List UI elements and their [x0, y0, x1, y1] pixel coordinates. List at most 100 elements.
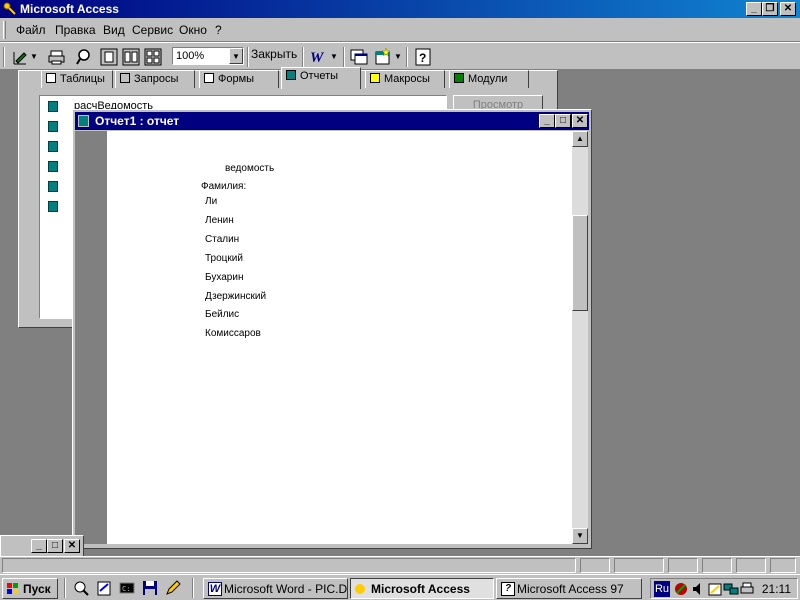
menu-window[interactable]: Окно	[179, 23, 207, 37]
status-panel	[668, 558, 698, 573]
toolbar-separator	[302, 47, 304, 67]
status-panel	[736, 558, 766, 573]
svg-text:W: W	[310, 50, 325, 66]
report-page[interactable]: ведомость Фамилия: Ли Ленин Сталин Троцк…	[107, 131, 573, 544]
one-page-button[interactable]	[98, 46, 120, 68]
tab-modules[interactable]: Модули	[449, 70, 529, 88]
key-icon	[355, 584, 365, 594]
list-item: Бейлис	[205, 309, 240, 320]
help-icon: ?	[501, 582, 515, 596]
zoom-select[interactable]: 100% ▼	[172, 47, 244, 65]
close-button[interactable]: ✕	[780, 2, 796, 16]
toolbar-separator	[247, 47, 249, 67]
minimized-window[interactable]: _ □ ✕	[0, 535, 84, 557]
office-links-button[interactable]: W	[308, 46, 330, 68]
scroll-thumb[interactable]	[572, 215, 588, 311]
report-title-bar[interactable]: Отчет1 : отчет _ □ ✕	[75, 112, 589, 130]
minimize-button[interactable]: _	[746, 2, 762, 16]
network-icon[interactable]	[723, 581, 739, 597]
form-icon	[204, 73, 214, 83]
report-close-button[interactable]: ✕	[572, 114, 588, 128]
report-icon	[286, 70, 296, 80]
menu-edit[interactable]: Правка	[55, 23, 96, 37]
new-object-button[interactable]	[372, 46, 394, 68]
menu-help[interactable]: ?	[215, 23, 222, 37]
office-links-dropdown[interactable]: ▼	[330, 46, 340, 68]
tab-reports[interactable]: Отчеты	[281, 67, 361, 89]
report-minimize-button[interactable]: _	[539, 114, 555, 128]
report-icon[interactable]	[48, 201, 58, 212]
scroll-down-button[interactable]: ▼	[572, 528, 588, 544]
save-icon[interactable]	[141, 579, 159, 597]
minimized-restore-button[interactable]: _	[31, 539, 47, 553]
task-access-97[interactable]: ? Microsoft Access 97	[496, 578, 642, 599]
new-object-icon	[375, 47, 391, 65]
menu-tools[interactable]: Сервис	[132, 23, 173, 37]
svg-text:?: ?	[419, 51, 426, 65]
close-preview-button[interactable]: Закрыть	[251, 47, 297, 61]
list-item: Дзержинский	[205, 291, 267, 302]
tab-queries[interactable]: Запросы	[115, 70, 195, 88]
explorer-icon[interactable]	[72, 579, 90, 597]
chevron-down-icon[interactable]: ▼	[229, 48, 243, 64]
list-item: Троцкий	[205, 253, 243, 264]
horizontal-scrollbar[interactable]	[75, 544, 589, 548]
multiple-pages-button[interactable]	[142, 46, 164, 68]
svg-text:C:: C:	[122, 585, 130, 593]
help-button[interactable]: ?	[412, 46, 434, 68]
report-icon[interactable]	[48, 161, 58, 172]
multiple-pages-icon	[144, 48, 162, 66]
database-window-button[interactable]	[348, 46, 370, 68]
query-icon	[120, 73, 130, 83]
table-icon	[46, 73, 56, 83]
list-item: Бухарин	[205, 272, 244, 283]
module-icon	[454, 73, 464, 83]
report-maximize-button[interactable]: □	[555, 114, 571, 128]
view-dropdown-arrow[interactable]: ▼	[30, 46, 42, 68]
report-icon[interactable]	[48, 101, 58, 112]
terminal-icon[interactable]: C:	[118, 579, 136, 597]
status-bar	[0, 556, 800, 574]
report-icon[interactable]	[48, 181, 58, 192]
report-window[interactable]: Отчет1 : отчет _ □ ✕ ведомость Фамилия: …	[72, 109, 592, 549]
printer-icon	[48, 50, 65, 65]
report-icon[interactable]	[48, 121, 58, 132]
macro-icon	[370, 73, 380, 83]
printer-icon[interactable]	[739, 581, 755, 597]
restore-button[interactable]: ❐	[762, 2, 778, 16]
pencil-icon[interactable]	[164, 579, 182, 597]
list-item: Ленин	[205, 215, 234, 226]
app-title-bar[interactable]: Microsoft Access _ ❐ ✕	[0, 0, 800, 18]
clock[interactable]: 21:11	[762, 582, 791, 596]
volume-icon[interactable]	[691, 581, 707, 597]
menu-file[interactable]: Файл	[16, 23, 46, 37]
task-access[interactable]: Microsoft Access	[350, 578, 494, 599]
word-icon: W	[310, 50, 325, 66]
minimized-maximize-button[interactable]: □	[47, 539, 63, 553]
language-indicator[interactable]: Ru	[654, 581, 670, 597]
scroll-up-button[interactable]: ▲	[572, 131, 588, 147]
tab-macros[interactable]: Макросы	[365, 70, 445, 88]
toolbar-grip	[3, 47, 5, 67]
vertical-scrollbar[interactable]: ▲ ▼	[572, 131, 588, 544]
new-object-dropdown[interactable]: ▼	[394, 46, 404, 68]
design-view-button[interactable]	[10, 46, 32, 68]
report-icon[interactable]	[48, 141, 58, 152]
two-pages-button[interactable]	[120, 46, 142, 68]
print-button[interactable]	[46, 46, 68, 68]
tray-app-icon[interactable]	[673, 581, 689, 597]
scheduler-icon[interactable]	[707, 581, 723, 597]
list-item: Сталин	[205, 234, 240, 245]
status-panel	[580, 558, 610, 573]
start-button[interactable]: Пуск	[2, 578, 58, 599]
menu-view[interactable]: Вид	[103, 23, 125, 37]
zoom-button[interactable]	[74, 46, 96, 68]
task-word[interactable]: W Microsoft Word - PIC.D...	[203, 578, 348, 599]
taskbar-separator	[64, 578, 66, 598]
status-panel	[702, 558, 732, 573]
notepad-icon[interactable]	[95, 579, 113, 597]
tab-tables[interactable]: Таблицы	[41, 70, 113, 88]
minimized-close-button[interactable]: ✕	[64, 539, 80, 553]
report-header: ведомость	[225, 163, 275, 174]
tab-forms[interactable]: Формы	[199, 70, 279, 88]
